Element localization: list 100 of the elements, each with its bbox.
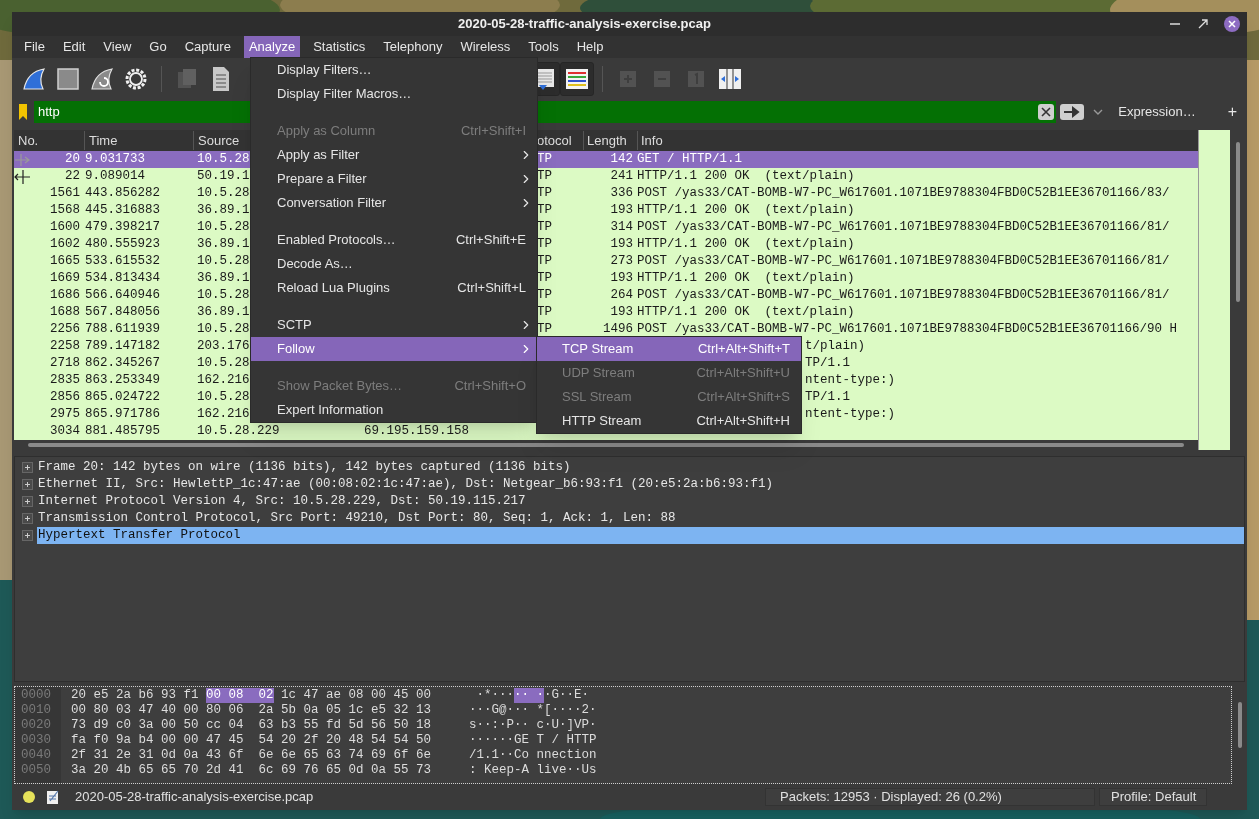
notepad-icon[interactable]: [46, 789, 60, 805]
clear-button[interactable]: [1038, 101, 1057, 123]
byte-offset: 0020: [20, 718, 52, 733]
table-cell-text: 264: [610, 287, 633, 305]
menu-entry[interactable]: SCTP: [251, 313, 537, 337]
table-cell: 533.615532: [85, 254, 160, 269]
ascii-text: /1.1··Co nnection: [469, 748, 597, 763]
menu-item[interactable]: Wireless: [455, 36, 516, 58]
menu-entry[interactable]: Enabled Protocols… Ctrl+Shift+E: [251, 228, 537, 252]
menu-item[interactable]: Go: [144, 36, 172, 58]
menu-item[interactable]: Telephony: [378, 36, 448, 58]
table-cell-text: 336: [610, 185, 633, 203]
ascii-text: ···G@··· *[····2·: [469, 703, 597, 718]
status-packets: Packets: 12953 · Displayed: 26 (0.2%): [765, 788, 1095, 806]
horizontal-scrollbar[interactable]: [14, 440, 1198, 450]
plus-box-icon[interactable]: [22, 496, 33, 507]
table-cell: HTTP/1.1 200 OK (text/plain): [637, 305, 855, 320]
menu-item[interactable]: Statistics: [308, 36, 371, 58]
table-cell: TP: [537, 288, 552, 303]
table-cell-text: 3034: [50, 423, 80, 441]
table-cell: 162.216: [197, 407, 250, 422]
ascii-text: ·· ·: [514, 688, 545, 703]
table-cell: TP: [537, 186, 552, 201]
menu-item[interactable]: Help: [571, 36, 609, 58]
tree-item[interactable]: Transmission Control Protocol, Src Port: 49210, Dst Port: 80, Seq: 1, Ack: 1, Len: 88: [37, 510, 676, 527]
menu-item[interactable]: Analyze: [243, 36, 301, 58]
menu-entry[interactable]: Prepare a Filter: [251, 167, 537, 191]
table-cell: 9.089014: [85, 169, 145, 184]
menu-entry[interactable]: Conversation Filter: [251, 191, 537, 215]
table-cell-text: 1561: [50, 185, 80, 203]
table-cell: 50.19.1: [197, 169, 250, 184]
table-cell: 865.024722: [85, 390, 160, 405]
table-cell-text: 1665: [50, 253, 80, 271]
table-cell: 10.5.28: [197, 390, 250, 405]
table-cell: ntent-type:): [805, 407, 895, 422]
table-cell: TP: [537, 322, 552, 337]
window-title: 2020-05-28-traffic-analysis-exercise.pcap: [458, 15, 711, 34]
menu-entry[interactable]: TCP Stream Ctrl+Alt+Shift+T: [537, 337, 801, 361]
tree-item[interactable]: Ethernet II, Src: HewlettP_1c:47:ae (00:08:02:1c:47:ae), Dst: Netgear_b6:93:f1 (20:e5:2a:b6:93:f1): [37, 476, 774, 493]
circle-icon[interactable]: [22, 790, 36, 804]
bookmark-icon[interactable]: [16, 103, 30, 121]
table-cell: TP: [537, 220, 552, 235]
menu-item[interactable]: Edit: [57, 36, 91, 58]
menu-entry[interactable]: Display Filters…: [251, 58, 537, 82]
toolbar-button[interactable]: [560, 62, 594, 96]
table-cell: TP: [537, 152, 552, 167]
table-cell-text: 241: [610, 168, 633, 186]
tree-item[interactable]: Frame 20: 142 bytes on wire (1136 bits), 142 bytes captured (1136 bits): [37, 459, 571, 476]
plus-box-icon[interactable]: [22, 513, 33, 524]
hex-bytes: 1c 47 ae 08 00 45 00: [280, 688, 432, 703]
menu-entry[interactable]: Reload Lua Plugins Ctrl+Shift+L: [251, 276, 537, 300]
menu-entry[interactable]: Expert Information: [251, 398, 537, 422]
column-header[interactable]: Time: [84, 130, 193, 151]
table-cell: 862.345267: [85, 356, 160, 371]
minus-square-icon: [652, 69, 672, 89]
ascii-text: s··:·P·· c·U·]VP·: [469, 718, 597, 733]
table-cell-text: 2975: [50, 406, 80, 424]
menu-item[interactable]: File: [19, 36, 50, 58]
table-cell: t/plain): [805, 339, 865, 354]
plus-box-icon[interactable]: [22, 462, 33, 473]
table-cell-text: 1669: [50, 270, 80, 288]
tree-item[interactable]: Hypertext Transfer Protocol: [37, 527, 1244, 544]
table-cell-text: 142: [610, 151, 633, 169]
table-cell: HTTP/1.1 200 OK (text/plain): [637, 237, 855, 252]
table-cell-text: 2718: [50, 355, 80, 373]
byte-offset: 0050: [20, 763, 52, 778]
column-header[interactable]: Length: [583, 130, 637, 151]
table-cell-text: 193: [610, 304, 633, 322]
table-cell: POST /yas33/CAT-BOMB-W7-PC_W617601.1071BE9788304FBD0C52B1EE36701166/81/: [637, 288, 1170, 303]
plus-box-icon[interactable]: [22, 530, 33, 541]
tree-item[interactable]: Internet Protocol Version 4, Src: 10.5.28.229, Dst: 50.19.115.217: [37, 493, 526, 510]
expression-button[interactable]: Expression…: [1114, 102, 1200, 122]
table-cell-text: 314: [610, 219, 633, 237]
table-cell: HTTP/1.1 200 OK (text/plain): [637, 271, 855, 286]
dropdown-caret-icon[interactable]: [1092, 107, 1105, 117]
table-cell: ntent-type:): [805, 373, 895, 388]
menu-item[interactable]: Tools: [523, 36, 564, 58]
menu-entry[interactable]: Follow: [251, 337, 537, 361]
hex-bytes: 00 80 03 47 40 00 80 06 2a 5b 0a 05 1c e5 32 13: [71, 703, 432, 718]
colored-lines-icon: [564, 67, 590, 91]
column-header[interactable]: No.: [14, 130, 84, 151]
columns-icon: [717, 67, 743, 91]
table-cell: 36.89.1: [197, 237, 250, 252]
table-cell-text: 1600: [50, 219, 80, 237]
menu-item[interactable]: View: [98, 36, 137, 58]
byte-offset: 0030: [20, 733, 52, 748]
menu-entry[interactable]: Decode As…: [251, 252, 537, 276]
menu-entry[interactable]: HTTP Stream Ctrl+Alt+Shift+H: [537, 409, 801, 433]
table-cell: 10.5.28: [197, 288, 250, 303]
table-cell: POST /yas33/CAT-BOMB-W7-PC_W617601.1071BE9788304FBD0C52B1EE36701166/83/: [637, 186, 1170, 201]
table-cell: 36.89.1: [197, 203, 250, 218]
table-cell: TP/1.1: [805, 390, 850, 405]
plus-box-icon[interactable]: [22, 479, 33, 490]
menu-entry[interactable]: Display Filter Macros…: [251, 82, 537, 106]
menu-item[interactable]: Capture: [179, 36, 236, 58]
table-cell: 10.5.28: [197, 152, 250, 167]
table-cell: 10.5.28: [197, 254, 250, 269]
add-filter-button[interactable]: +: [1223, 100, 1241, 124]
close-icon[interactable]: [1223, 15, 1241, 33]
table-cell: 9.031733: [85, 152, 145, 167]
